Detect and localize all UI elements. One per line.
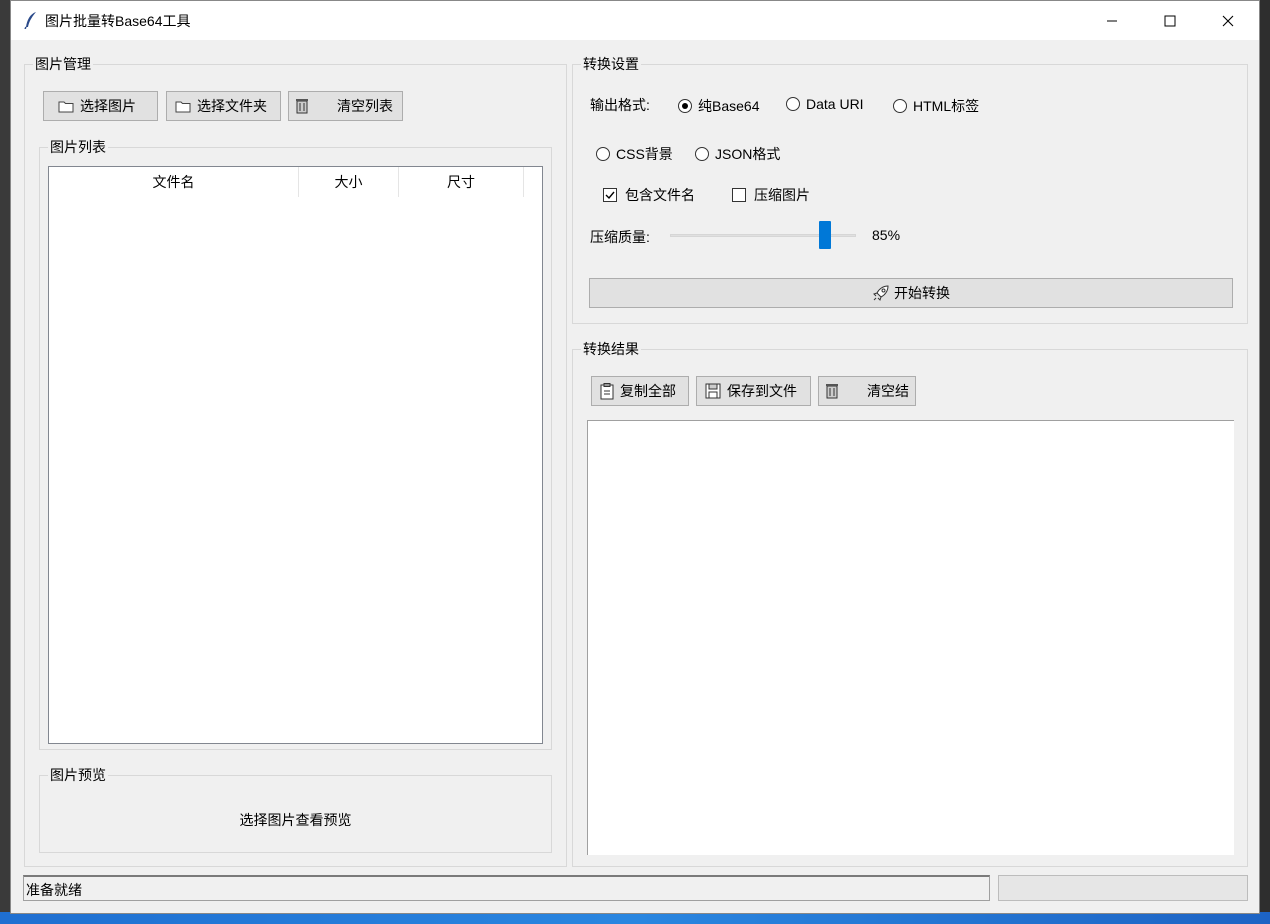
conversion-result-group: 转换结果 复制全部 保存到文件 清空结 (572, 340, 1248, 867)
copy-all-button[interactable]: 复制全部 (591, 376, 689, 406)
rocket-icon (872, 284, 890, 302)
column-filler (524, 167, 542, 197)
folder-icon (175, 100, 191, 113)
quality-value: 85% (872, 227, 901, 243)
column-dimensions[interactable]: 尺寸 (399, 167, 524, 197)
progress-bar (998, 875, 1248, 901)
clipboard-icon (600, 382, 614, 400)
minimize-icon (1107, 20, 1117, 21)
app-window: 图片批量转Base64工具 图片管理 选择图片 选择文件夹 清空列表 图片列表 … (10, 0, 1260, 914)
format-radio-json[interactable]: JSON格式 (695, 144, 780, 164)
close-button[interactable] (1199, 1, 1257, 40)
status-bar: 准备就绪 (23, 875, 990, 901)
conversion-settings-group: 转换设置 输出格式: 纯Base64 Data URI HTML标签 CSS背景… (572, 55, 1248, 324)
group-title: 图片预览 (48, 766, 108, 784)
table-header: 文件名 大小 尺寸 (49, 167, 542, 197)
format-radio-plain-base64[interactable]: 纯Base64 (678, 96, 759, 116)
slider-thumb[interactable] (819, 221, 831, 249)
feather-icon (23, 11, 39, 30)
clear-result-button[interactable]: 清空结 (818, 376, 916, 406)
maximize-icon (1164, 15, 1176, 26)
clear-list-button[interactable]: 清空列表 (288, 91, 403, 121)
close-icon (1222, 15, 1234, 26)
format-radio-css-background[interactable]: CSS背景 (596, 144, 673, 164)
select-images-button[interactable]: 选择图片 (43, 91, 158, 121)
trash-icon (825, 383, 839, 399)
window-title: 图片批量转Base64工具 (45, 13, 191, 29)
trash-icon (295, 98, 309, 114)
group-title: 转换结果 (581, 340, 641, 358)
image-management-group: 图片管理 选择图片 选择文件夹 清空列表 图片列表 文件名 大小 尺寸 图片预览… (24, 55, 567, 867)
save-icon (705, 383, 721, 399)
compress-image-checkbox[interactable]: 压缩图片 (732, 185, 810, 205)
format-radio-html-tag[interactable]: HTML标签 (893, 96, 979, 116)
select-folder-button[interactable]: 选择文件夹 (166, 91, 281, 121)
image-list-table[interactable]: 文件名 大小 尺寸 (48, 166, 543, 744)
status-text: 准备就绪 (26, 882, 82, 898)
group-title: 图片列表 (48, 138, 108, 156)
column-size[interactable]: 大小 (299, 167, 399, 197)
preview-placeholder: 选择图片查看预览 (239, 812, 352, 828)
start-conversion-button[interactable]: 开始转换 (589, 278, 1233, 308)
folder-icon (58, 100, 74, 113)
include-filename-checkbox[interactable]: 包含文件名 (603, 185, 695, 205)
quality-label: 压缩质量: (590, 229, 650, 245)
quality-slider[interactable] (670, 221, 856, 251)
format-radio-data-uri[interactable]: Data URI (786, 96, 864, 112)
result-textarea[interactable] (587, 420, 1234, 855)
minimize-button[interactable] (1083, 1, 1141, 40)
group-title: 转换设置 (581, 55, 641, 73)
image-list-group: 图片列表 文件名 大小 尺寸 (39, 138, 552, 750)
title-bar: 图片批量转Base64工具 (11, 1, 1259, 40)
output-format-label: 输出格式: (590, 97, 650, 113)
save-to-file-button[interactable]: 保存到文件 (696, 376, 811, 406)
checkbox-checked-icon (603, 188, 617, 202)
maximize-button[interactable] (1141, 1, 1199, 40)
image-preview-group: 图片预览 选择图片查看预览 (39, 766, 552, 853)
column-filename[interactable]: 文件名 (49, 167, 299, 197)
group-title: 图片管理 (33, 55, 93, 73)
